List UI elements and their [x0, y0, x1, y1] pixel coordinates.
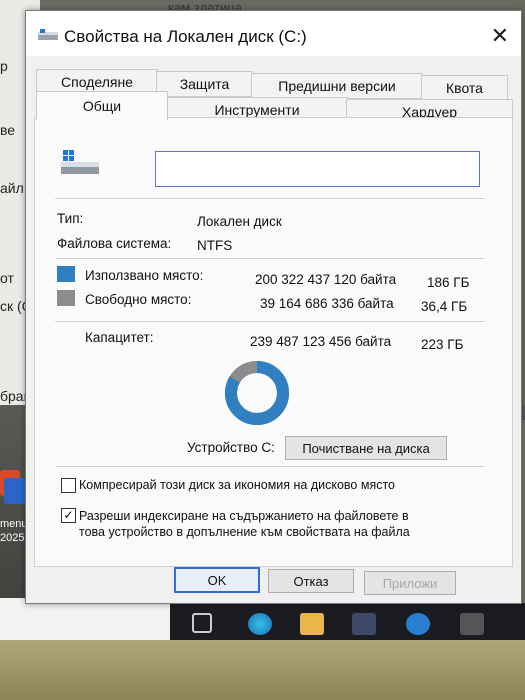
drive-icon — [38, 29, 58, 40]
desktop-icon-label: 2025. — [0, 532, 28, 544]
close-icon[interactable]: ✕ — [491, 25, 509, 47]
divider — [55, 466, 485, 467]
index-checkbox[interactable]: ✓ — [61, 508, 76, 523]
bg-text-fragment: от — [0, 270, 14, 286]
bg-text-fragment: р — [0, 58, 8, 74]
divider — [55, 321, 485, 322]
drive-icon — [61, 150, 99, 174]
checkbox-check-icon: ✓ — [63, 508, 74, 522]
apply-button[interactable]: Приложи — [364, 571, 456, 595]
free-space-bytes: 39 164 686 336 байта — [260, 296, 394, 311]
file-system-label: Файлова система: — [57, 236, 172, 251]
general-tab-panel: Тип: Локален диск Файлова система: NTFS … — [34, 117, 513, 567]
cancel-button[interactable]: Отказ — [268, 569, 354, 593]
divider — [55, 198, 485, 199]
type-value: Локален диск — [197, 214, 282, 229]
app-icon[interactable] — [460, 613, 484, 635]
window-title: Свойства на Локален диск (C:) — [64, 27, 307, 46]
index-label-line1: Разреши индексиране на съдържанието на ф… — [79, 509, 409, 523]
free-space-swatch — [57, 290, 75, 306]
used-space-swatch — [57, 266, 75, 282]
file-system-value: NTFS — [197, 238, 233, 253]
bg-text-fragment: айл — [0, 180, 24, 196]
free-space-gb: 36,4 ГБ — [421, 299, 468, 314]
store-icon[interactable] — [352, 613, 376, 635]
tab-general[interactable]: Общи — [36, 91, 168, 120]
tab-previous-versions[interactable]: Предишни версии — [251, 73, 423, 99]
index-label-line2: това устройство в допълнение към свойств… — [79, 525, 410, 539]
task-view-icon[interactable] — [192, 613, 212, 633]
used-space-bytes: 200 322 437 120 байта — [255, 272, 397, 287]
capacity-gb: 223 ГБ — [421, 337, 464, 352]
disk-cleanup-button[interactable]: Почистване на диска — [285, 436, 447, 460]
laptop-bezel — [0, 640, 525, 700]
tab-security[interactable]: Защита — [156, 71, 253, 97]
background-window-bottom — [0, 598, 175, 640]
disk-usage-donut — [225, 361, 289, 425]
drive-name-input[interactable] — [155, 151, 480, 187]
bg-text-fragment: ве — [0, 122, 16, 138]
compress-label: Компресирай този диск за икономия на дис… — [79, 478, 396, 492]
capacity-bytes: 239 487 123 456 байта — [250, 334, 392, 349]
capacity-label: Капацитет: — [85, 330, 154, 345]
free-space-label: Свободно място: — [85, 292, 192, 307]
title-bar: Свойства на Локален диск (C:) ✕ — [26, 11, 521, 56]
ok-button[interactable]: OK — [174, 567, 260, 593]
divider — [55, 258, 485, 259]
edge-browser-icon[interactable] — [248, 613, 272, 635]
type-label: Тип: — [57, 211, 84, 226]
tab-quota[interactable]: Квота — [421, 75, 508, 101]
compress-checkbox[interactable] — [61, 478, 76, 493]
used-space-gb: 186 ГБ — [427, 275, 470, 290]
desktop-icon-label: menu — [0, 518, 28, 530]
used-space-label: Използвано място: — [85, 268, 204, 283]
properties-dialog: Свойства на Локален диск (C:) ✕ Споделян… — [25, 10, 522, 604]
app-icon[interactable] — [406, 613, 430, 635]
file-explorer-icon[interactable] — [300, 613, 324, 635]
drive-label: Устройство C: — [187, 440, 275, 455]
